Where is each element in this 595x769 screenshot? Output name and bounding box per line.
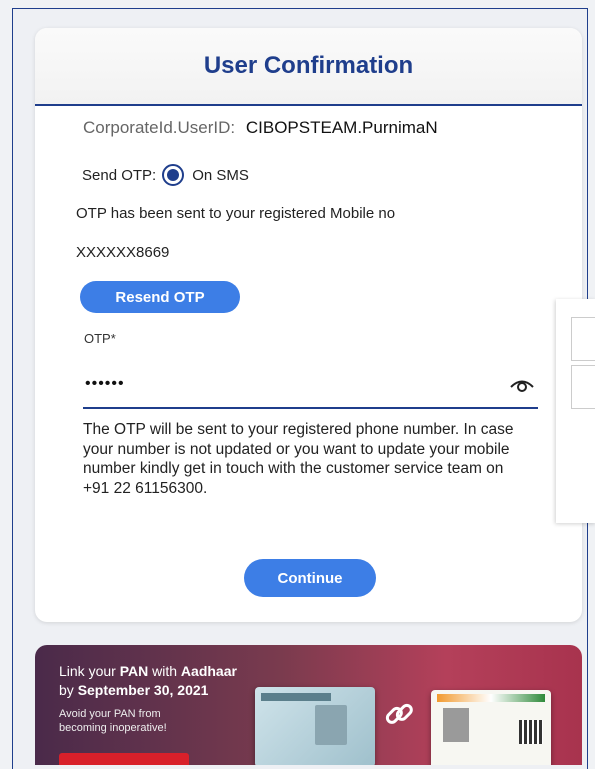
banner-date: September 30, 2021 <box>77 682 209 698</box>
aadhaar-card-image <box>431 690 551 765</box>
banner-text: Link your <box>59 663 120 679</box>
card-header: User Confirmation <box>35 28 582 106</box>
banner-subtext: becoming inoperative! <box>59 722 167 734</box>
side-panel <box>556 299 595 523</box>
aadhaar-card-photo <box>443 708 469 742</box>
send-otp-row: Send OTP: On SMS <box>82 164 249 186</box>
pan-aadhaar-banner[interactable]: Link your PAN with Aadhaar by September … <box>35 645 582 765</box>
otp-sent-message: OTP has been sent to your registered Mob… <box>76 205 396 222</box>
page-title: User Confirmation <box>203 52 414 79</box>
otp-field <box>83 361 538 409</box>
sms-radio[interactable] <box>162 164 185 186</box>
pan-card-photo <box>315 705 347 745</box>
banner-pan: PAN <box>119 663 149 679</box>
banner-text: by <box>59 682 78 698</box>
banner-deadline: by September 30, 2021 <box>59 682 208 698</box>
otp-field-label: OTP* <box>84 331 116 346</box>
banner-aadhaar: Aadhaar <box>180 663 237 679</box>
otp-info-text: The OTP will be sent to your registered … <box>83 421 514 497</box>
chain-link-icon <box>385 703 413 724</box>
radio-selected-dot <box>167 169 180 181</box>
aadhaar-card-strip <box>437 694 545 702</box>
user-id-row: CorporateId.UserID: CIBOPSTEAM.PurnimaN <box>83 118 438 138</box>
pan-card-image <box>255 687 375 765</box>
side-panel-box[interactable] <box>571 365 595 409</box>
send-otp-label: Send OTP: <box>82 166 157 184</box>
user-confirmation-card: User Confirmation CorporateId.UserID: CI… <box>35 28 582 622</box>
resend-otp-button[interactable]: Resend OTP <box>80 281 240 313</box>
show-password-eye-icon[interactable] <box>508 374 536 394</box>
sms-option-label[interactable]: On SMS <box>192 167 249 184</box>
continue-button[interactable]: Continue <box>244 559 376 597</box>
otp-input[interactable] <box>83 374 508 394</box>
masked-mobile-number: XXXXXX8669 <box>76 244 170 261</box>
aadhaar-qr-code <box>519 720 543 744</box>
pan-card-strip <box>261 693 331 701</box>
banner-cta-button[interactable] <box>59 753 189 765</box>
user-id-value: CIBOPSTEAM.PurnimaN <box>245 118 438 137</box>
banner-text: with <box>148 663 181 679</box>
user-id-label: CorporateId.UserID: <box>83 118 236 137</box>
side-panel-box[interactable] <box>571 317 595 361</box>
banner-subtext: Avoid your PAN from <box>59 708 161 720</box>
banner-headline: Link your PAN with Aadhaar <box>59 663 237 679</box>
